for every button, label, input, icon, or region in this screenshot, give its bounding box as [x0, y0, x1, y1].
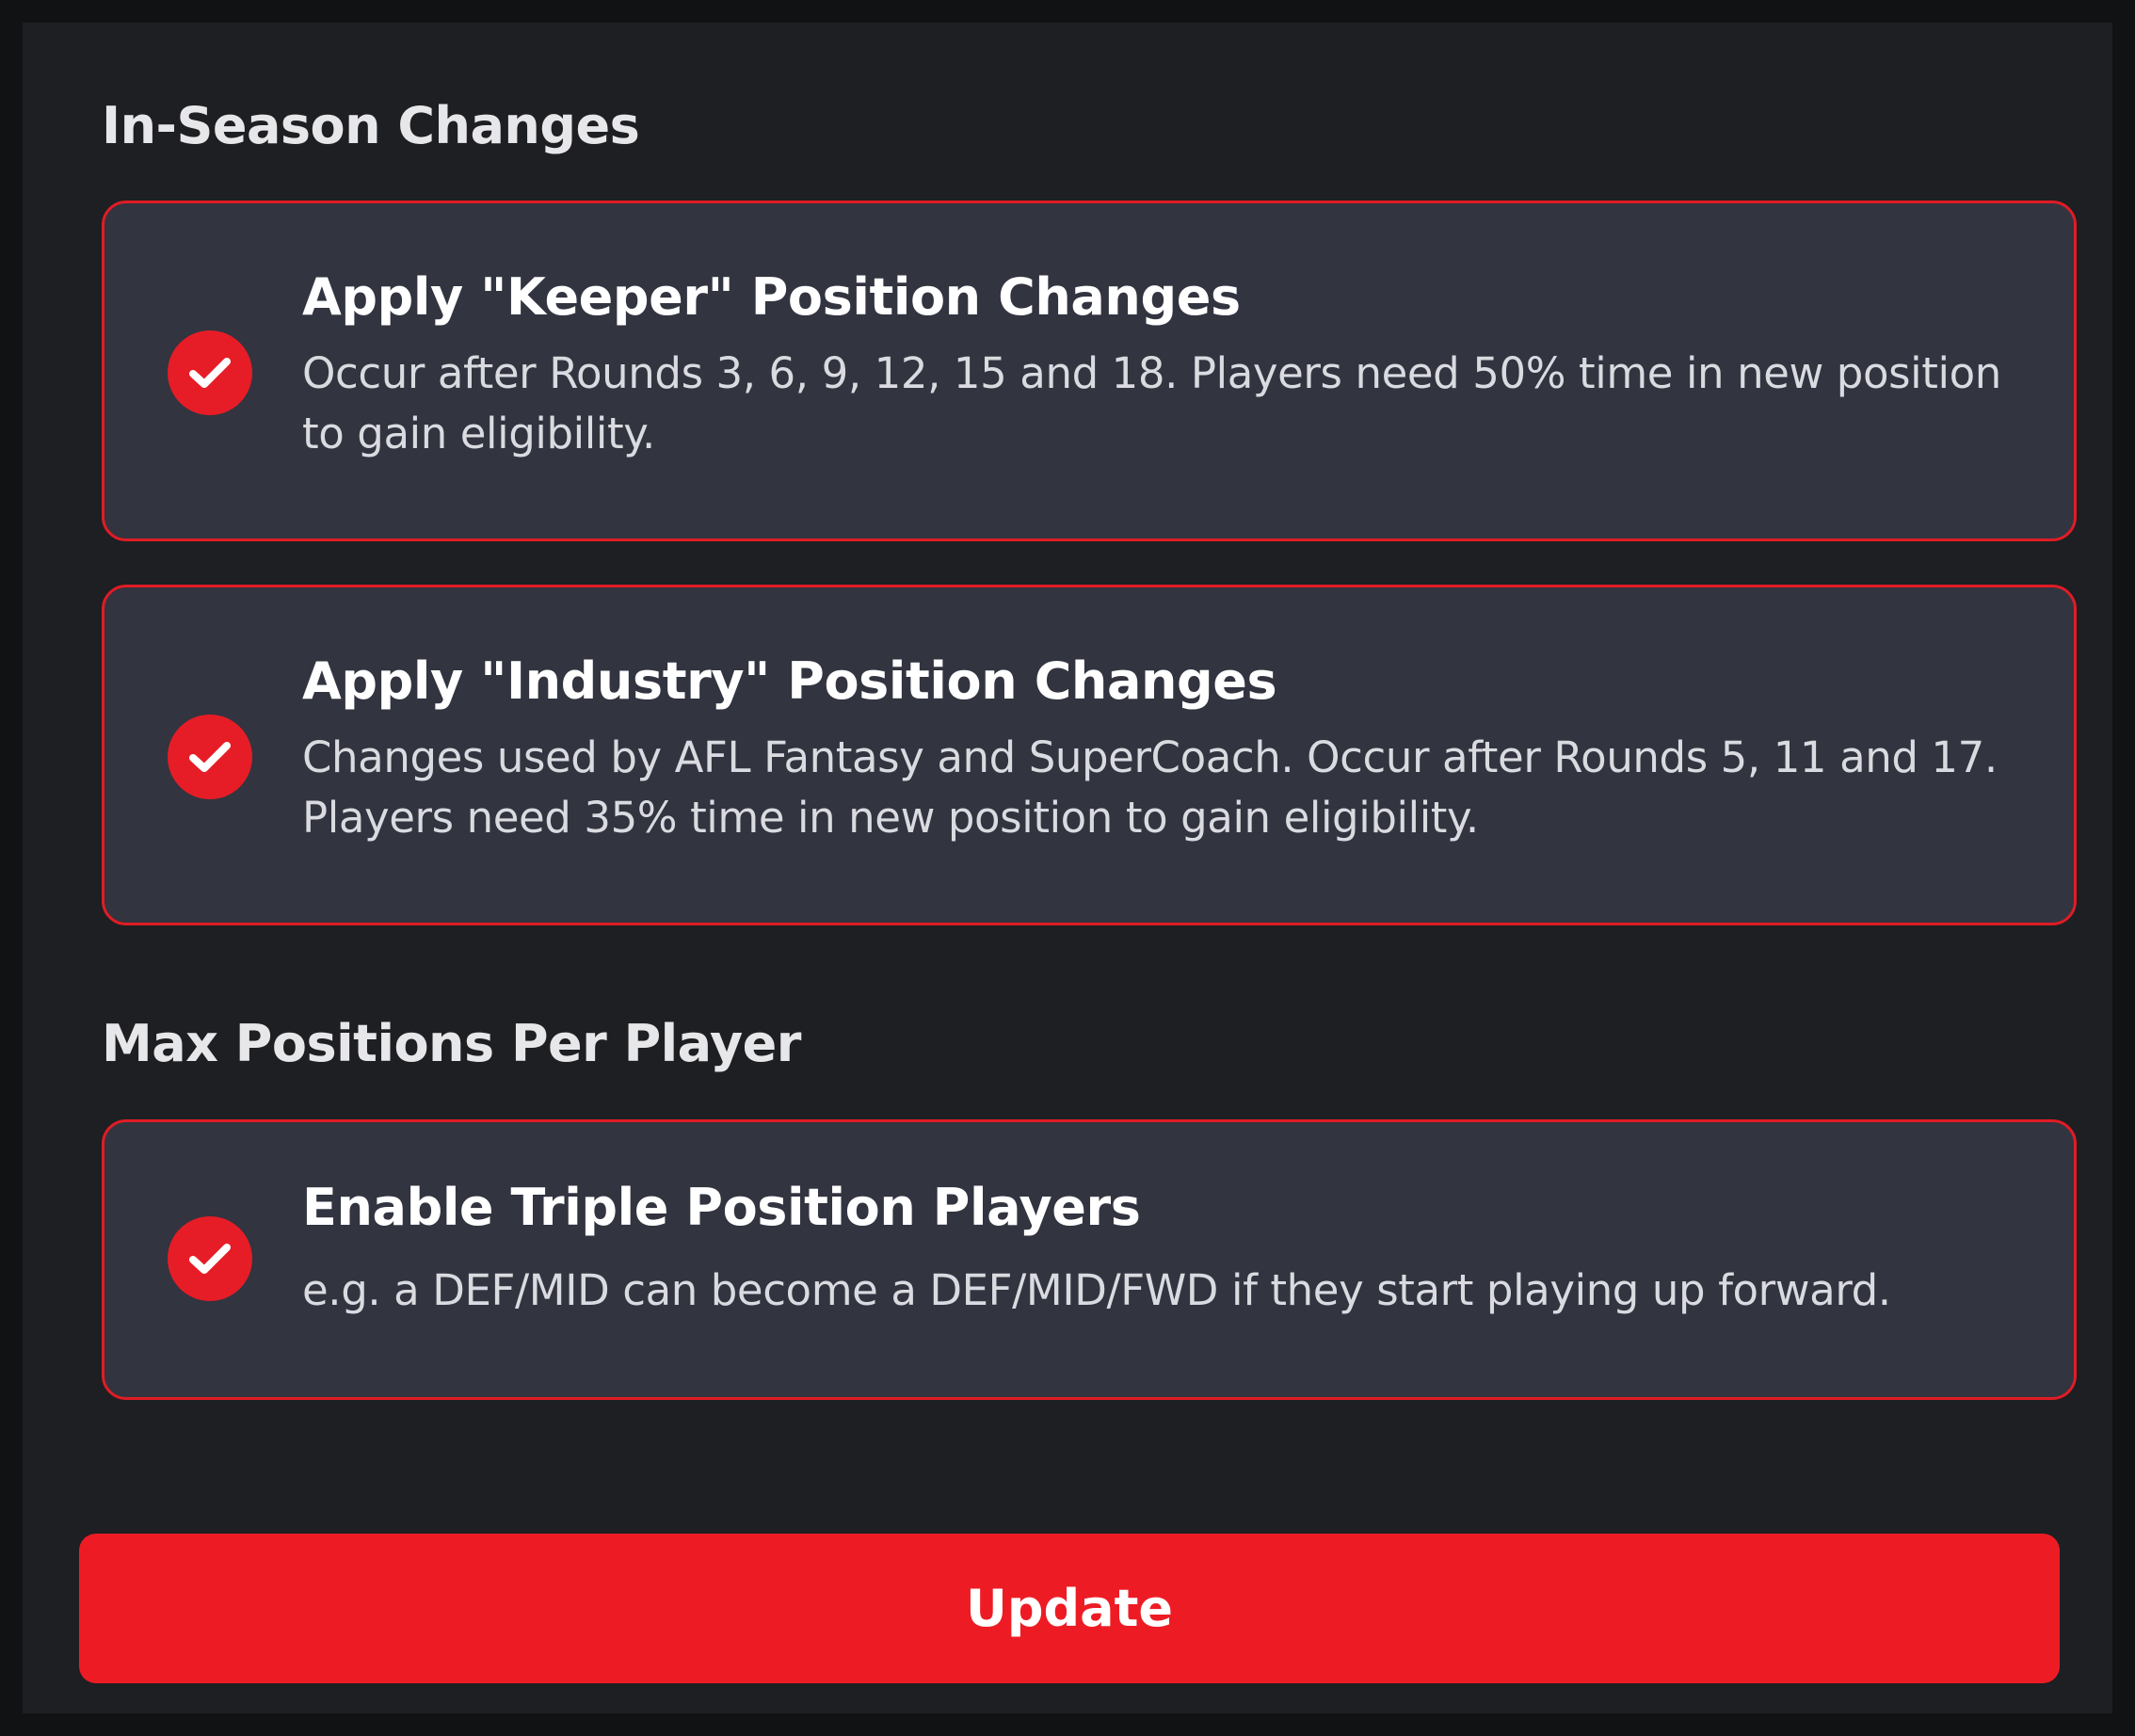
checkmark-icon — [189, 742, 231, 772]
option-keeper-position-changes[interactable]: Apply "Keeper" Position Changes Occur af… — [102, 201, 2077, 541]
checkmark-icon — [189, 1244, 231, 1274]
check-circle-icon[interactable] — [168, 715, 252, 799]
option-title: Enable Triple Position Players — [302, 1178, 1141, 1237]
section-title-in-season: In-Season Changes — [102, 96, 640, 155]
option-title: Apply "Keeper" Position Changes — [302, 267, 1241, 327]
window-frame: In-Season Changes Apply "Keeper" Positio… — [0, 0, 2135, 1736]
option-description: e.g. a DEF/MID can become a DEF/MID/FWD … — [302, 1265, 1891, 1315]
settings-panel: In-Season Changes Apply "Keeper" Positio… — [23, 23, 2112, 1713]
check-circle-icon[interactable] — [168, 1216, 252, 1301]
section-title-max-positions: Max Positions Per Player — [102, 1014, 801, 1073]
option-description: Changes used by AFL Fantasy and SuperCoa… — [302, 732, 1998, 843]
option-title: Apply "Industry" Position Changes — [302, 651, 1277, 711]
update-button[interactable]: Update — [79, 1534, 2060, 1683]
option-triple-position-players[interactable]: Enable Triple Position Players e.g. a DE… — [102, 1119, 2077, 1400]
check-circle-icon[interactable] — [168, 330, 252, 415]
checkmark-icon — [189, 358, 231, 388]
option-description: Occur after Rounds 3, 6, 9, 12, 15 and 1… — [302, 348, 2001, 458]
option-industry-position-changes[interactable]: Apply "Industry" Position Changes Change… — [102, 585, 2077, 925]
